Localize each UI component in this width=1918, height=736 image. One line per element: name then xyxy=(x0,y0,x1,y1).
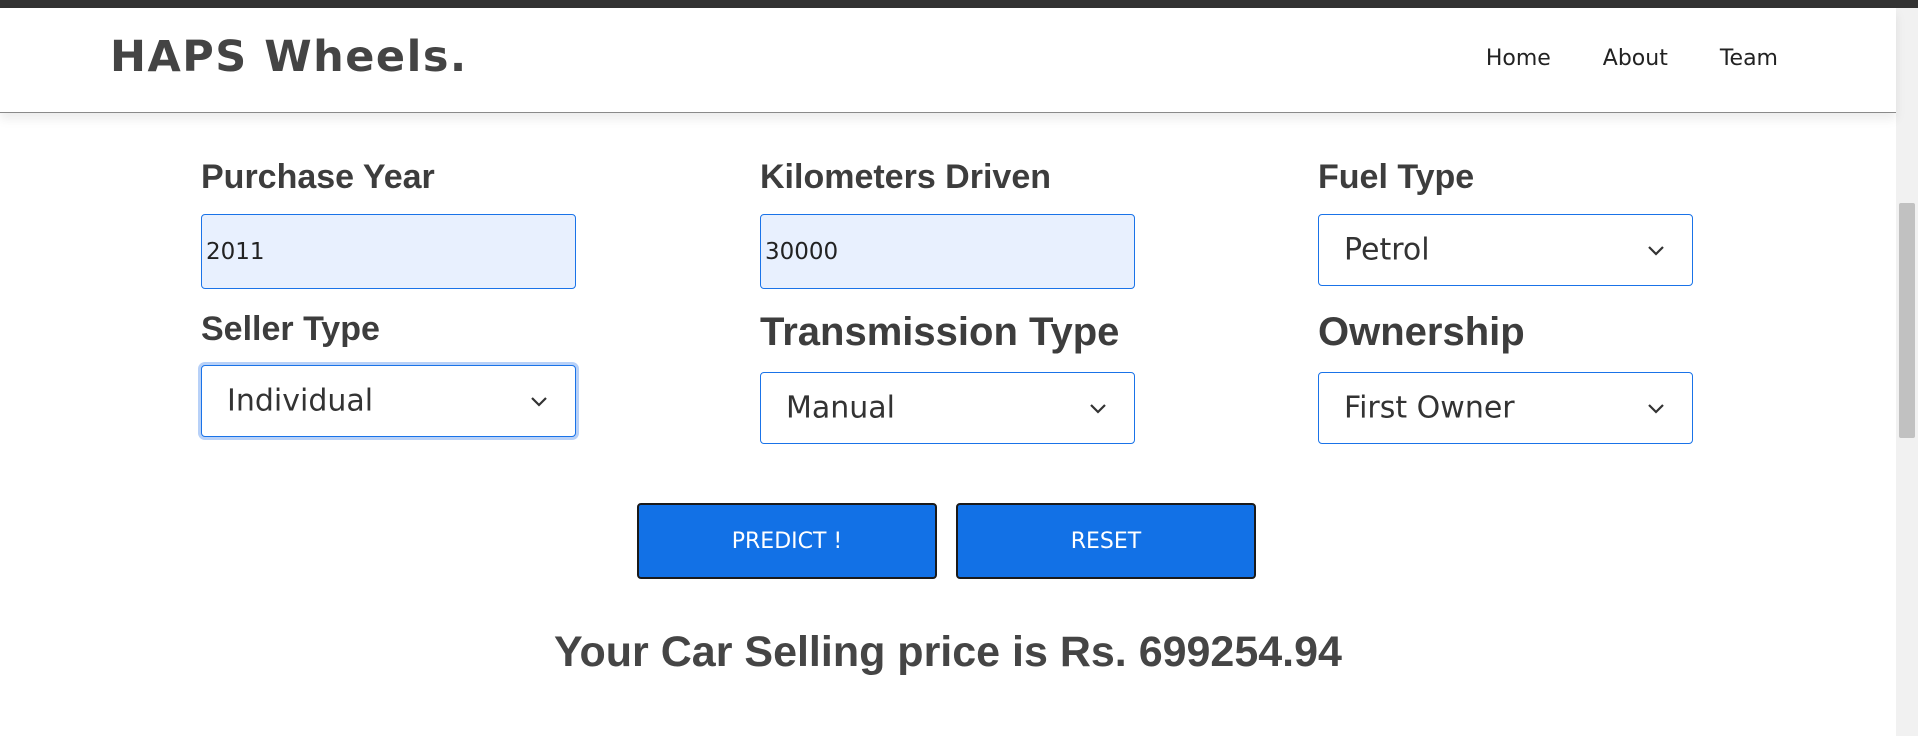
transmission-type-select[interactable]: Manual xyxy=(760,372,1135,444)
seller-type-label: Seller Type xyxy=(201,310,380,348)
chevron-down-icon xyxy=(1090,404,1106,414)
ownership-value: First Owner xyxy=(1344,390,1515,426)
kilometers-driven-label: Kilometers Driven xyxy=(760,158,1051,196)
brand-logo[interactable]: HAPS Wheels. xyxy=(110,32,468,82)
transmission-type-label: Transmission Type xyxy=(760,310,1120,354)
reset-button[interactable]: RESET xyxy=(956,503,1256,579)
navbar: HAPS Wheels. Home About Team xyxy=(0,8,1896,113)
fuel-type-label: Fuel Type xyxy=(1318,158,1475,196)
purchase-year-input[interactable] xyxy=(201,214,576,289)
ownership-select[interactable]: First Owner xyxy=(1318,372,1693,444)
fuel-type-select[interactable]: Petrol xyxy=(1318,214,1693,286)
transmission-type-value: Manual xyxy=(786,390,896,426)
chevron-down-icon xyxy=(1648,246,1664,256)
scrollbar-thumb[interactable] xyxy=(1899,203,1915,438)
purchase-year-label: Purchase Year xyxy=(201,158,435,196)
prediction-result: Your Car Selling price is Rs. 699254.94 xyxy=(554,628,1342,676)
chevron-down-icon xyxy=(1648,404,1664,414)
chevron-down-icon xyxy=(531,397,547,407)
predict-button[interactable]: PREDICT ! xyxy=(637,503,937,579)
nav-about-link[interactable]: About xyxy=(1603,46,1668,71)
kilometers-driven-input[interactable] xyxy=(760,214,1135,289)
nav-team-link[interactable]: Team xyxy=(1720,46,1778,71)
window-top-strip xyxy=(0,0,1918,8)
page-scrollbar[interactable] xyxy=(1896,8,1918,736)
seller-type-select[interactable]: Individual xyxy=(201,365,576,437)
fuel-type-value: Petrol xyxy=(1344,232,1430,268)
seller-type-value: Individual xyxy=(227,383,374,419)
ownership-label: Ownership xyxy=(1318,310,1525,354)
nav-home-link[interactable]: Home xyxy=(1486,46,1551,71)
nav-links: Home About Team xyxy=(1486,46,1778,71)
